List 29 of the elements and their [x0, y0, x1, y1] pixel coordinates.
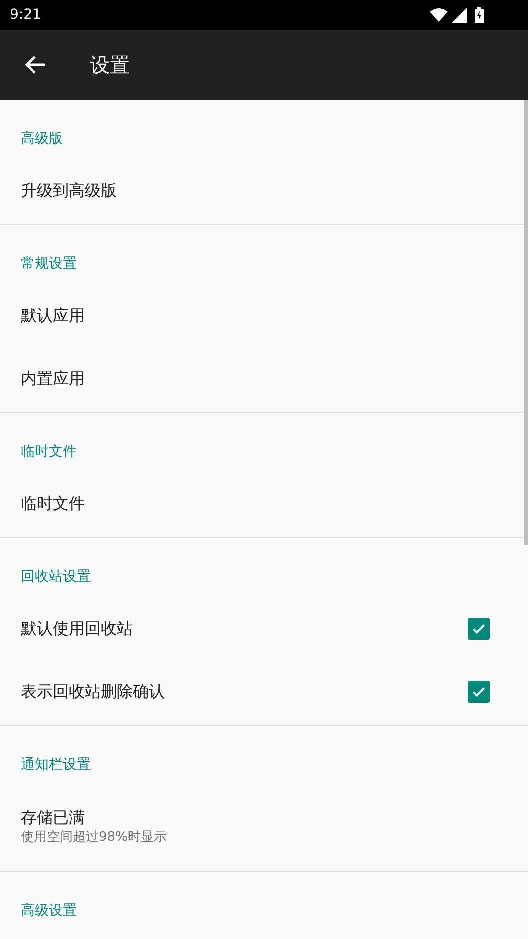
setting-title: 存储已满: [21, 807, 86, 829]
battery-charging-icon: [475, 7, 484, 23]
section-header: 常规设置: [21, 255, 77, 274]
settings-row[interactable]: 升级到高级版: [0, 159, 528, 222]
setting-title: 内置应用: [21, 368, 86, 390]
setting-title: 默认应用: [21, 304, 86, 326]
settings-row[interactable]: 临时文件: [0, 472, 528, 535]
section-header: 通知栏设置: [21, 756, 91, 775]
setting-title: 临时文件: [21, 492, 86, 514]
checkbox[interactable]: [468, 680, 490, 702]
section-header: 临时文件: [21, 443, 77, 462]
signal-icon: [452, 8, 467, 22]
section-header: 回收站设置: [21, 568, 91, 587]
section-header: 高级设置: [21, 902, 77, 921]
setting-title: 升级到高级版: [21, 180, 118, 202]
settings-row[interactable]: 存储已满 使用空间超过98%时显示: [0, 785, 528, 869]
status-time: 9:21: [10, 6, 42, 24]
setting-title: 默认使用回收站: [21, 618, 134, 640]
back-arrow-icon: [24, 55, 46, 75]
app-bar-title: 设置: [90, 52, 130, 79]
section-header: 高级版: [21, 130, 63, 149]
settings-row[interactable]: 默认使用回收站: [0, 597, 528, 660]
settings-row[interactable]: 表示回收站删除确认: [0, 660, 528, 723]
setting-title: 表示回收站删除确认: [21, 680, 166, 702]
checkbox[interactable]: [468, 618, 490, 640]
setting-summary: 使用空间超过98%时显示: [21, 829, 168, 847]
settings-row[interactable]: 默认应用: [0, 284, 528, 347]
wifi-icon: [430, 8, 448, 22]
settings-row[interactable]: 内置应用: [0, 347, 528, 410]
